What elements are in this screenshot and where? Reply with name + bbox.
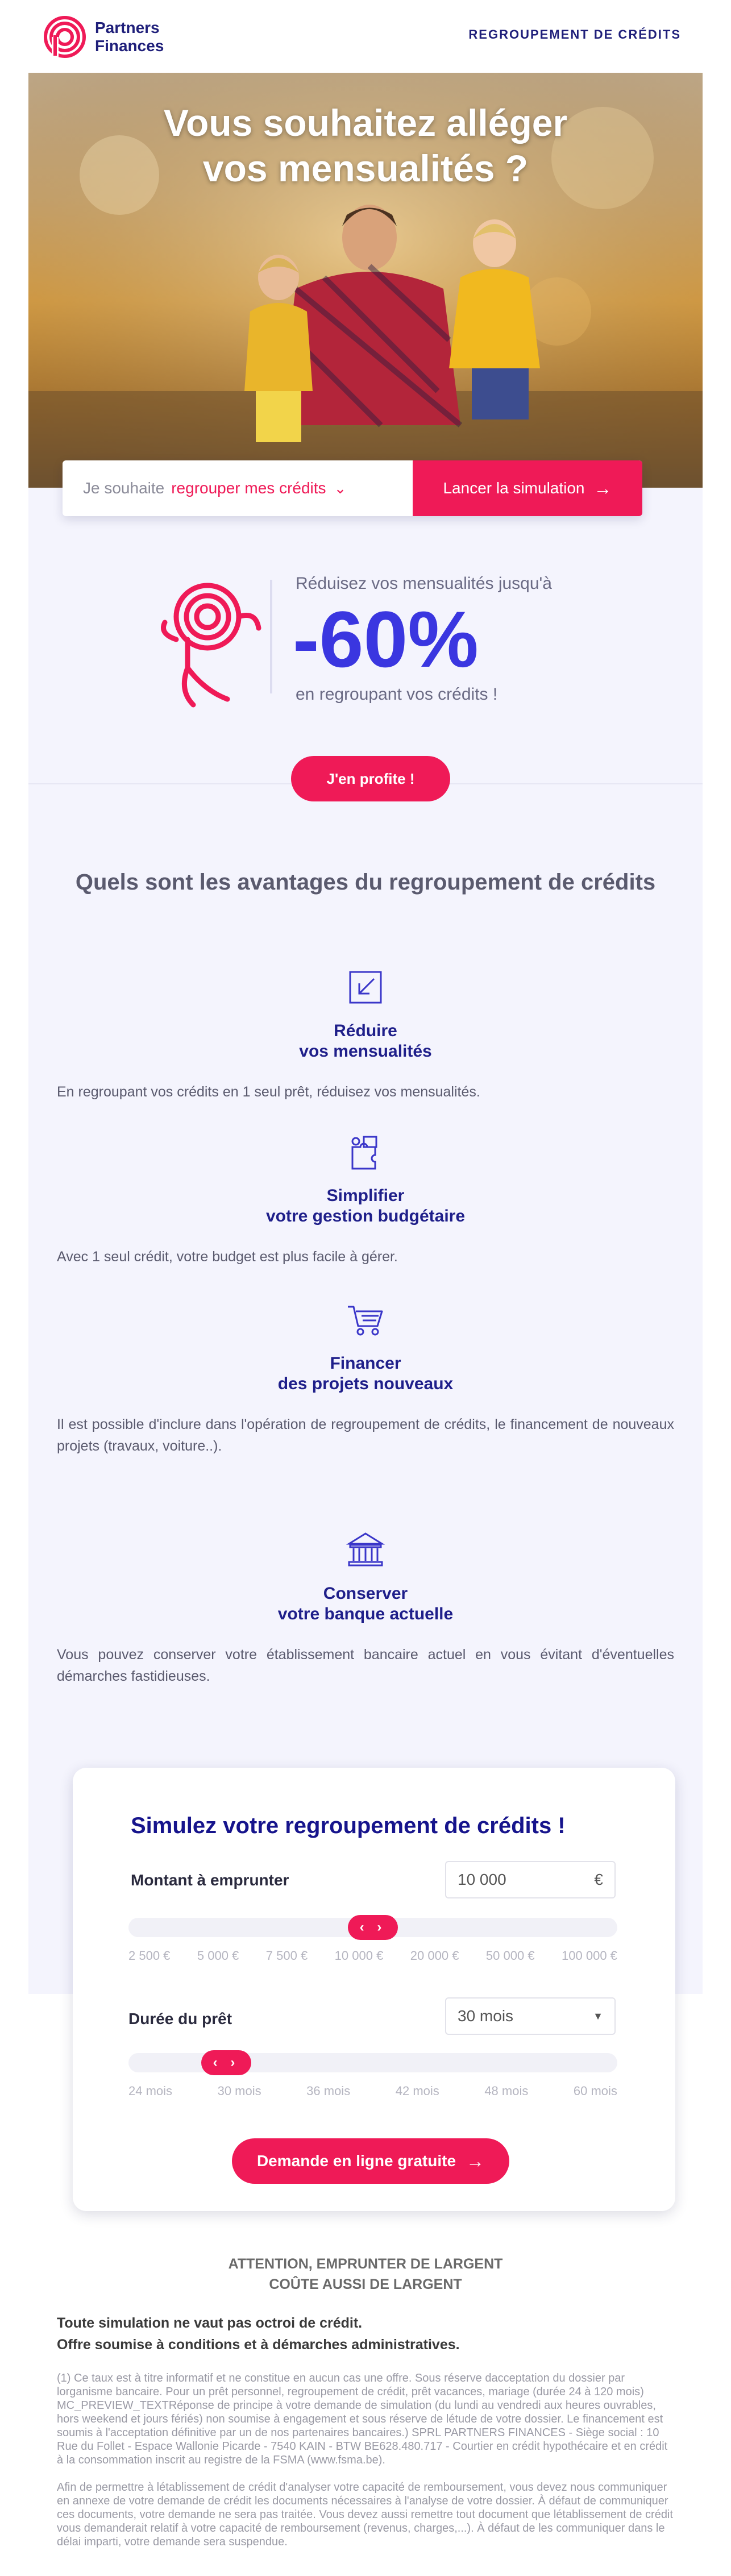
benefit-title-line2: vos mensualités <box>299 1042 432 1061</box>
launch-simulation-button[interactable]: Lancer la simulation → <box>413 460 642 516</box>
duration-ticks: 24 mois 30 mois 36 mois 42 mois 48 mois … <box>128 2084 617 2099</box>
benefit-item: Financer des projets nouveaux Il est pos… <box>57 1299 674 1457</box>
duration-tick[interactable]: 36 mois <box>306 2084 350 2099</box>
benefit-text: Avec 1 seul crédit, votre budget est plu… <box>57 1249 398 1265</box>
duration-slider-handle[interactable]: ‹ › <box>201 2050 251 2075</box>
amount-tick[interactable]: 20 000 € <box>410 1948 459 1963</box>
duration-tick[interactable]: 48 mois <box>484 2084 528 2099</box>
hero-banner: Vous souhaitez alléger vos mensualités ? <box>28 73 703 488</box>
benefit-title-line2: des projets nouveaux <box>277 1374 454 1393</box>
amount-tick[interactable]: 10 000 € <box>335 1948 384 1963</box>
benefit-title: Financer des projets nouveaux <box>57 1353 674 1394</box>
duration-label: Durée du prêt <box>128 2010 232 2027</box>
benefit-text: En regroupant vos crédits en 1 seul prêt… <box>57 1084 480 1100</box>
euro-unit: € <box>594 1871 603 1888</box>
caret-down-icon: ▼ <box>593 2010 603 2022</box>
legal-warning-line1: ATTENTION, EMPRUNTER DE LARGENT <box>228 2256 503 2272</box>
launch-simulation-label: Lancer la simulation <box>443 479 585 497</box>
amount-input[interactable]: 10 000 € <box>445 1861 616 1898</box>
arrow-right-icon: → <box>466 2150 485 2171</box>
goal-select[interactable]: Je souhaite regrouper mes crédits ⌄ <box>63 460 413 516</box>
benefit-text: Vous pouvez conserver votre établissemen… <box>57 1647 674 1684</box>
nav-link-regroupement[interactable]: REGROUPEMENT DE CRÉDITS <box>468 27 681 42</box>
free-online-request-button[interactable]: Demande en ligne gratuite → <box>232 2138 509 2184</box>
legal-text: (1) Ce taux est à titre informatif et ne… <box>57 2371 674 2562</box>
simulator-title: Simulez votre regroupement de crédits ! <box>131 1813 566 1838</box>
goal-select-value[interactable]: regrouper mes crédits <box>171 479 326 497</box>
bank-icon <box>346 1532 385 1567</box>
amount-tick[interactable]: 50 000 € <box>486 1948 535 1963</box>
benefit-text: Il est possible d'inclure dans l'opérati… <box>57 1416 674 1454</box>
hero-title: Vous souhaitez alléger vos mensualités ? <box>28 100 703 191</box>
brand-name: Partners Finances <box>95 19 164 55</box>
legal-warning-line2: COÛTE AUSSI DE LARGENT <box>269 2276 462 2292</box>
free-online-request-label: Demande en ligne gratuite <box>256 2152 456 2170</box>
benefit-title-line1: Réduire <box>334 1021 397 1040</box>
header: Partners Finances REGROUPEMENT DE CRÉDIT… <box>0 0 731 73</box>
benefits-title: Quels sont les avantages du regroupement… <box>75 870 656 895</box>
amount-tick[interactable]: 7 500 € <box>266 1948 308 1963</box>
duration-select[interactable]: 30 mois ▼ <box>445 1997 616 2035</box>
duration-tick[interactable]: 42 mois <box>396 2084 439 2099</box>
goal-selector: Je souhaite regrouper mes crédits ⌄ Lanc… <box>63 460 642 516</box>
amount-slider-handle[interactable]: ‹ › <box>348 1915 398 1940</box>
amount-ticks: 2 500 € 5 000 € 7 500 € 10 000 € 20 000 … <box>128 1948 617 1963</box>
mascot-logo-icon <box>161 583 261 708</box>
brand-name-line1: Partners <box>95 19 160 36</box>
simulation-notice-line1: Toute simulation ne vaut pas octroi de c… <box>57 2315 363 2331</box>
benefit-title-line1: Financer <box>330 1354 401 1373</box>
amount-tick[interactable]: 2 500 € <box>128 1948 170 1963</box>
duration-tick[interactable]: 24 mois <box>128 2084 172 2099</box>
benefit-title-line1: Conserver <box>323 1584 408 1603</box>
partners-finances-logo-icon <box>44 16 86 58</box>
arrow-right-icon: → <box>593 477 612 498</box>
benefit-item: Simplifier votre gestion budgétaire Avec… <box>57 1131 674 1268</box>
duration-tick[interactable]: 60 mois <box>574 2084 617 2099</box>
hero-title-line2: vos mensualités ? <box>202 147 529 189</box>
benefit-item: Conserver votre banque actuelle Vous pou… <box>57 1529 674 1687</box>
puzzle-icon <box>351 1136 377 1170</box>
chevron-down-icon[interactable]: ⌄ <box>334 480 347 497</box>
amount-tick[interactable]: 5 000 € <box>197 1948 239 1963</box>
promo-lead-text: Réduisez vos mensualités jusqu'à <box>296 574 552 593</box>
benefit-title: Réduire vos mensualités <box>57 1021 674 1062</box>
benefit-title-line2: votre banque actuelle <box>277 1605 454 1623</box>
legal-paragraph: Afin de permettre à létablissement de cr… <box>57 2481 673 2548</box>
amount-input-value: 10 000 <box>458 1871 506 1888</box>
simulator-card: Simulez votre regroupement de crédits ! … <box>73 1768 675 2211</box>
benefit-title-line2: votre gestion budgétaire <box>265 1207 466 1225</box>
promo-percentage: -60% <box>293 595 479 684</box>
amount-label: Montant à emprunter <box>131 1871 289 1889</box>
promo-divider <box>270 580 272 693</box>
benefit-title-line1: Simplifier <box>326 1186 405 1205</box>
benefit-item: Réduire vos mensualités En regroupant vo… <box>57 966 674 1103</box>
hero-title-line1: Vous souhaitez alléger <box>163 102 568 144</box>
brand-logo[interactable]: Partners Finances <box>43 15 164 59</box>
simulation-notice: Toute simulation ne vaut pas octroi de c… <box>57 2312 674 2355</box>
duration-select-value: 30 mois <box>458 2007 514 2025</box>
benefit-title: Conserver votre banque actuelle <box>57 1584 674 1624</box>
brand-name-line2: Finances <box>95 37 164 55</box>
legal-warning: ATTENTION, EMPRUNTER DE LARGENT COÛTE AU… <box>28 2254 703 2295</box>
shrink-arrow-icon <box>349 971 382 1004</box>
promo-tail-text: en regroupant vos crédits ! <box>296 685 498 704</box>
legal-paragraph: (1) Ce taux est à titre informatif et ne… <box>57 2372 668 2466</box>
goal-select-prefix: Je souhaite <box>83 479 165 497</box>
simulation-notice-line2: Offre soumise à conditions et à démarche… <box>57 2337 460 2353</box>
duration-tick[interactable]: 30 mois <box>218 2084 261 2099</box>
benefit-title: Simplifier votre gestion budgétaire <box>57 1186 674 1227</box>
shopping-cart-icon <box>348 1306 383 1336</box>
jen-profite-button[interactable]: J'en profite ! <box>291 756 450 801</box>
amount-tick[interactable]: 100 000 € <box>562 1948 617 1963</box>
